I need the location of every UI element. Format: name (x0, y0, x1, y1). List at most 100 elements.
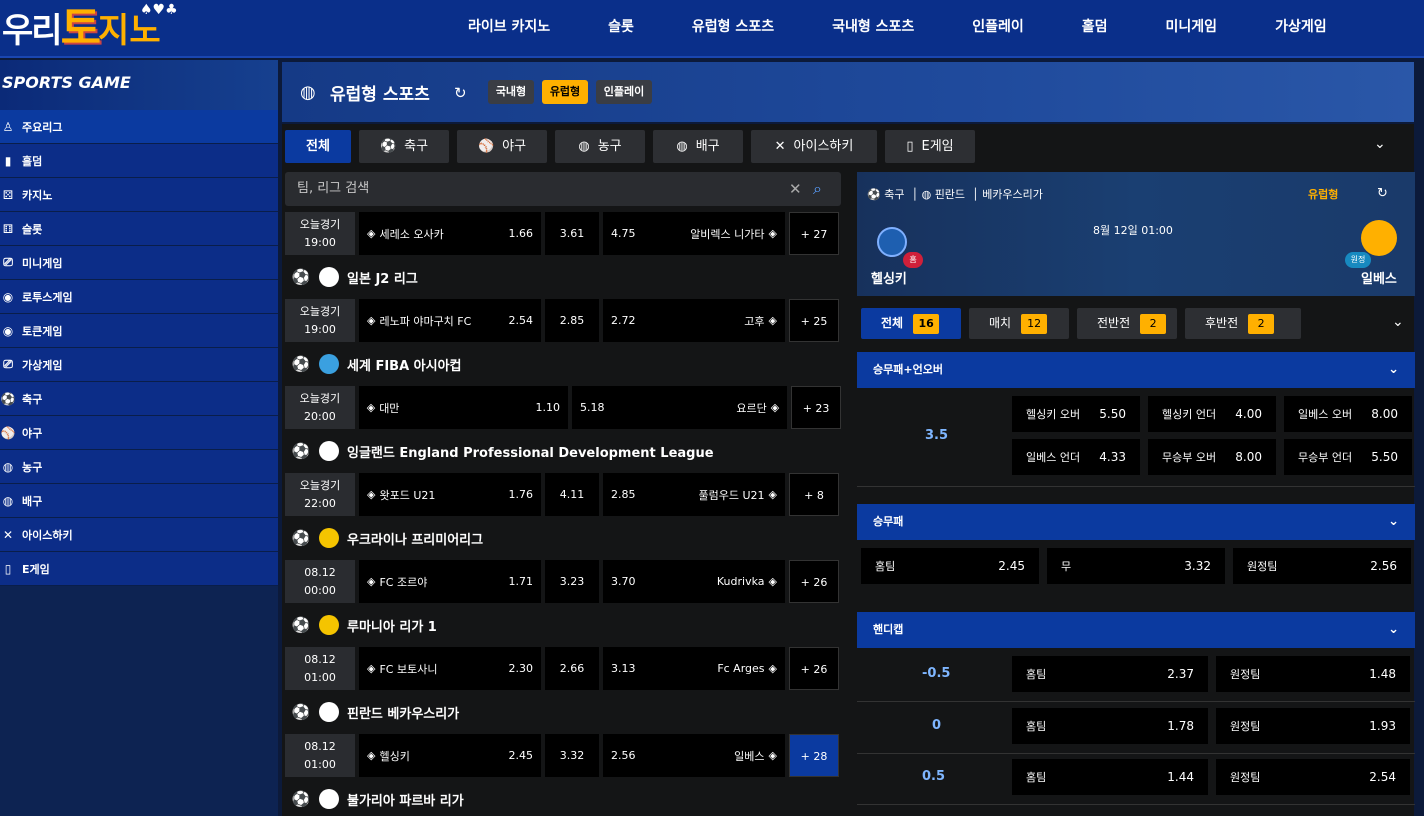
detail-tab[interactable]: 후반전 2 (1185, 308, 1301, 339)
chevron-down-icon[interactable]: ⌄ (1392, 314, 1404, 330)
league-header[interactable]: ⚽ 우크라이나 프리미어리그 (285, 517, 841, 559)
home-odd-button[interactable]: ◈ 레노파 야마구치 FC 2.54 (359, 299, 541, 342)
draw-odd-button[interactable]: 2.66 (545, 647, 599, 690)
pill-domestic[interactable]: 국내형 (488, 80, 534, 104)
league-header[interactable]: ⚽ 잉글랜드 England Professional Development L… (285, 430, 841, 472)
nav-slot[interactable]: 슬롯 (579, 0, 663, 54)
section-ou[interactable]: 승무패+언오버 ⌄ (857, 352, 1415, 388)
sidebar-item[interactable]: ◍ 농구 (0, 450, 278, 484)
more-markets-button[interactable]: + 8 (789, 473, 839, 516)
sidebar-item[interactable]: ⚄ 카지노 (0, 178, 278, 212)
sidebar-item[interactable]: ◉ 토큰게임 (0, 314, 278, 348)
home-odd-button[interactable]: ◈ 헬싱키 2.45 (359, 734, 541, 777)
away-odd-button[interactable]: 3.13 Fc Arges ◈ (603, 647, 785, 690)
home-odd-button[interactable]: ◈ 왓포드 U21 1.76 (359, 473, 541, 516)
sidebar-item[interactable]: ⚾ 야구 (0, 416, 278, 450)
chevron-down-icon[interactable]: ⌄ (1388, 612, 1399, 648)
handicap-away-button[interactable]: 원정팀 2.54 (1216, 759, 1410, 795)
search-box[interactable]: 팀, 리그 검색 ✕ ⌕ (285, 172, 841, 206)
more-markets-button[interactable]: + 27 (789, 212, 839, 255)
tab-sport[interactable]: ◍ 배구 (653, 130, 743, 163)
sidebar-item[interactable]: ◉ 로투스게임 (0, 280, 278, 314)
draw-odd-button[interactable]: 4.11 (545, 473, 599, 516)
sidebar-item[interactable]: ⎚ 가상게임 (0, 348, 278, 382)
more-markets-button[interactable]: + 23 (791, 386, 841, 429)
tab-sport[interactable]: 전체 (285, 130, 351, 163)
nav-inplay[interactable]: 인플레이 (943, 0, 1053, 54)
nav-live-casino[interactable]: 라이브 카지노 (440, 0, 579, 54)
sidebar-item[interactable]: ▮ 홀덤 (0, 144, 278, 178)
nav-holdem[interactable]: 홀덤 (1053, 0, 1137, 54)
sidebar-item[interactable]: ◍ 배구 (0, 484, 278, 518)
handicap-away-button[interactable]: 원정팀 1.93 (1216, 708, 1410, 744)
more-markets-button[interactable]: + 25 (789, 299, 839, 342)
sidebar-item[interactable]: ⚅ 슬롯 (0, 212, 278, 246)
draw-odd-button[interactable]: 3.32 (545, 734, 599, 777)
draw-odd-button[interactable]: 2.85 (545, 299, 599, 342)
pill-euro[interactable]: 유럽형 (542, 80, 588, 104)
refresh-icon[interactable]: ↻ (1377, 186, 1388, 201)
detail-tab[interactable]: 매치 12 (969, 308, 1069, 339)
ou-odd-button[interactable]: 헬싱키 언더 4.00 (1148, 396, 1276, 432)
handicap-home-button[interactable]: 홈팀 1.78 (1012, 708, 1208, 744)
ou-odd-button[interactable]: 무승부 오버 8.00 (1148, 439, 1276, 475)
handicap-away-button[interactable]: 원정팀 1.48 (1216, 656, 1410, 692)
chevron-down-icon[interactable]: ⌄ (1388, 504, 1399, 540)
tab-sport[interactable]: ✕ 아이스하키 (751, 130, 877, 163)
home-odd-button[interactable]: ◈ FC 조르야 1.71 (359, 560, 541, 603)
away-odd-button[interactable]: 3.70 Kudrivka ◈ (603, 560, 785, 603)
handicap-home-button[interactable]: 홈팀 2.37 (1012, 656, 1208, 692)
tab-sport[interactable]: ◍ 농구 (555, 130, 645, 163)
section-handicap[interactable]: 핸디캡 ⌄ (857, 612, 1415, 648)
refresh-icon[interactable]: ↻ (454, 84, 467, 102)
draw-odd-button[interactable]: 3.61 (545, 212, 599, 255)
wdl-odd-button[interactable]: 홈팀 2.45 (861, 548, 1039, 584)
sidebar-item[interactable]: ♙ 주요리그 (0, 110, 278, 144)
away-odd-button[interactable]: 2.72 고후 ◈ (603, 299, 785, 342)
league-header[interactable]: ⚽ 불가리아 파르바 리가 (285, 778, 841, 816)
tab-sport[interactable]: ▯ E게임 (885, 130, 975, 163)
search-icon[interactable]: ⌕ (813, 172, 822, 206)
chevron-down-icon[interactable]: ⌄ (1388, 352, 1399, 388)
league-header[interactable]: ⚽ 핀란드 베카우스리가 (285, 691, 841, 733)
clear-icon[interactable]: ✕ (789, 172, 802, 206)
wdl-odd-button[interactable]: 원정팀 2.56 (1233, 548, 1411, 584)
nav-domestic-sports[interactable]: 국내형 스포츠 (803, 0, 943, 54)
league-header[interactable]: ⚽ 일본 J2 리그 (285, 256, 841, 298)
chevron-down-icon[interactable]: ⌄ (1374, 136, 1386, 152)
site-logo[interactable]: 우리 토 지노 ♠♥♣ (2, 2, 178, 54)
sidebar-item[interactable]: ▯ E게임 (0, 552, 278, 586)
ou-odd-button[interactable]: 무승부 언더 5.50 (1284, 439, 1412, 475)
more-markets-button[interactable]: + 28 (789, 734, 839, 777)
pill-inplay[interactable]: 인플레이 (596, 80, 652, 104)
away-odd-button[interactable]: 4.75 알비렉스 니가타 ◈ (603, 212, 785, 255)
home-odd-button[interactable]: ◈ 세레소 오사카 1.66 (359, 212, 541, 255)
tab-sport[interactable]: ⚽ 축구 (359, 130, 449, 163)
home-odd-button[interactable]: ◈ FC 보토사니 2.30 (359, 647, 541, 690)
away-odd-button[interactable]: 5.18 요르단 ◈ (571, 386, 788, 429)
wdl-odd-button[interactable]: 무 3.32 (1047, 548, 1225, 584)
more-markets-button[interactable]: + 26 (789, 647, 839, 690)
away-odd-button[interactable]: 2.85 풀럼우드 U21 ◈ (603, 473, 785, 516)
more-markets-button[interactable]: + 26 (789, 560, 839, 603)
detail-tab[interactable]: 전반전 2 (1077, 308, 1177, 339)
ou-odd-button[interactable]: 헬싱키 오버 5.50 (1012, 396, 1140, 432)
nav-minigame[interactable]: 미니게임 (1137, 0, 1247, 54)
detail-tab[interactable]: 전체 16 (861, 308, 961, 339)
section-wdl[interactable]: 승무패 ⌄ (857, 504, 1415, 540)
search-input[interactable]: 팀, 리그 검색 (297, 181, 369, 196)
sidebar-item[interactable]: ⎚ 미니게임 (0, 246, 278, 280)
league-header[interactable]: ⚽ 루마니아 리가 1 (285, 604, 841, 646)
tab-sport[interactable]: ⚾ 야구 (457, 130, 547, 163)
sidebar-item[interactable]: ⚽ 축구 (0, 382, 278, 416)
nav-euro-sports[interactable]: 유럽형 스포츠 (663, 0, 803, 54)
home-odd-button[interactable]: ◈ 대만 1.10 (358, 386, 568, 429)
ou-odd-button[interactable]: 일베스 언더 4.33 (1012, 439, 1140, 475)
draw-odd-button[interactable]: 3.23 (545, 560, 599, 603)
away-odd-button[interactable]: 2.56 일베스 ◈ (603, 734, 785, 777)
handicap-home-button[interactable]: 홈팀 1.44 (1012, 759, 1208, 795)
nav-virtual[interactable]: 가상게임 (1246, 0, 1356, 54)
league-header[interactable]: ⚽ 세계 FIBA 아시아컵 (285, 343, 841, 385)
ou-odd-button[interactable]: 일베스 오버 8.00 (1284, 396, 1412, 432)
sidebar-item[interactable]: ✕ 아이스하키 (0, 518, 278, 552)
